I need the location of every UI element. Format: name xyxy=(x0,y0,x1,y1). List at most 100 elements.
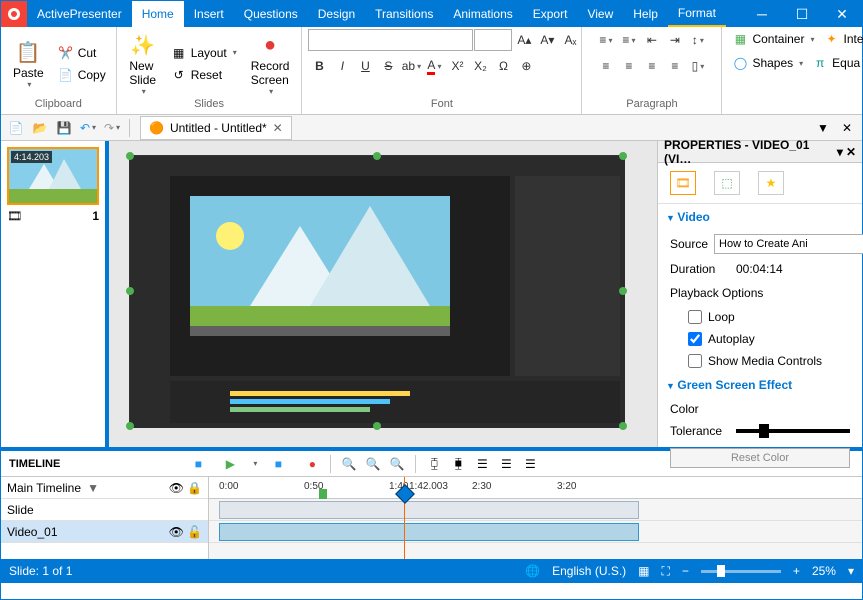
new-slide-button[interactable]: ✨New Slide xyxy=(123,29,163,98)
track-visibility-icon[interactable]: 👁 xyxy=(169,525,184,539)
tl-zoom-out-icon[interactable]: 🔍 xyxy=(363,454,383,474)
tl-record-stop-button[interactable]: ■ xyxy=(268,454,288,474)
decrease-font-icon[interactable]: A▾ xyxy=(536,29,558,51)
paste-button[interactable]: 📋Paste xyxy=(7,36,50,91)
view-mode-icon[interactable]: ▦ xyxy=(638,564,649,578)
tl-record-button[interactable]: ● xyxy=(302,454,322,474)
tab-insert[interactable]: Insert xyxy=(184,1,234,27)
lang-icon[interactable]: 🌐 xyxy=(525,564,540,578)
props-dropdown-icon[interactable]: ▾ xyxy=(837,145,843,159)
tl-tool5-icon[interactable]: ☰ xyxy=(520,454,540,474)
tl-split-icon[interactable]: ⧮ xyxy=(424,454,444,474)
bold-button[interactable]: B xyxy=(308,55,330,77)
align-center-button[interactable]: ≡ xyxy=(618,55,640,77)
close-tab-icon[interactable]: ✕ xyxy=(273,121,283,135)
increase-font-icon[interactable]: A▴ xyxy=(513,29,535,51)
timeline-canvas[interactable]: 0:000:501:401:42.0032:303:20 xyxy=(209,477,862,559)
font-color-button[interactable]: A xyxy=(423,55,445,77)
tolerance-slider[interactable] xyxy=(736,429,850,433)
align-right-button[interactable]: ≡ xyxy=(641,55,663,77)
window-minimize[interactable]: ─ xyxy=(742,1,782,27)
save-icon[interactable]: 💾 xyxy=(53,117,75,139)
tl-tool2-icon[interactable]: ⧯ xyxy=(448,454,468,474)
slide-thumbnail[interactable]: 4:14.203 xyxy=(7,147,99,205)
fit-icon[interactable]: ⛶ xyxy=(662,564,670,579)
zoom-in-icon[interactable]: + xyxy=(793,564,800,578)
tab-design[interactable]: Design xyxy=(308,1,365,27)
track-video[interactable]: Video_01 👁 🔓 xyxy=(1,521,208,543)
section-video[interactable]: Video xyxy=(658,204,862,230)
slide-clip[interactable] xyxy=(219,501,639,519)
interactions-button[interactable]: ✦Inter xyxy=(819,29,863,49)
lock-icon[interactable]: 🔒 xyxy=(187,481,202,495)
section-greenscreen[interactable]: Green Screen Effect xyxy=(658,372,862,398)
shapes-button[interactable]: ◯Shapes xyxy=(728,53,807,73)
playhead[interactable] xyxy=(404,477,405,559)
track-slide-lane[interactable] xyxy=(209,499,862,521)
panel-dropdown-icon[interactable]: ▼ xyxy=(812,117,834,139)
tl-zoom-fit-icon[interactable]: 🔍 xyxy=(387,454,407,474)
align-left-button[interactable]: ≡ xyxy=(595,55,617,77)
tab-format[interactable]: Format xyxy=(668,1,726,27)
zoom-slider[interactable] xyxy=(701,570,781,573)
video-clip[interactable] xyxy=(219,523,639,541)
zoom-value[interactable]: 25% xyxy=(812,564,836,578)
justify-button[interactable]: ≡ xyxy=(664,55,686,77)
track-video-lane[interactable] xyxy=(209,521,862,543)
numbering-button[interactable]: ≡ xyxy=(618,29,640,51)
zoom-out-icon[interactable]: − xyxy=(682,564,689,578)
autoplay-checkbox[interactable] xyxy=(688,332,702,346)
track-slide[interactable]: Slide xyxy=(1,499,208,521)
props-tab-size[interactable]: ⬚ xyxy=(714,171,740,195)
tl-stop-button[interactable]: ■ xyxy=(188,454,208,474)
tab-help[interactable]: Help xyxy=(623,1,668,27)
valign-button[interactable]: ▯ xyxy=(687,55,709,77)
loop-checkbox[interactable] xyxy=(688,310,702,324)
timeline-selector[interactable]: Main Timeline ▼ 👁 🔒 xyxy=(1,477,208,499)
font-size-select[interactable] xyxy=(474,29,512,51)
new-doc-icon[interactable]: 📄 xyxy=(5,117,27,139)
strikethrough-button[interactable]: S xyxy=(377,55,399,77)
subscript-button[interactable]: X₂ xyxy=(469,55,491,77)
document-tab[interactable]: 🟠 Untitled - Untitled* ✕ xyxy=(140,116,292,140)
equation-button[interactable]: πEqua xyxy=(808,53,863,73)
outdent-button[interactable]: ⇤ xyxy=(641,29,663,51)
bullets-button[interactable]: ≡ xyxy=(595,29,617,51)
font-family-select[interactable] xyxy=(308,29,473,51)
tab-home[interactable]: Home xyxy=(132,1,184,27)
tab-questions[interactable]: Questions xyxy=(234,1,308,27)
cut-button[interactable]: ✂️Cut xyxy=(54,43,110,63)
open-icon[interactable]: 📂 xyxy=(29,117,51,139)
tab-view[interactable]: View xyxy=(577,1,623,27)
tl-tool4-icon[interactable]: ☰ xyxy=(496,454,516,474)
superscript-button[interactable]: X² xyxy=(446,55,468,77)
underline-button[interactable]: U xyxy=(354,55,376,77)
tl-tool3-icon[interactable]: ☰ xyxy=(472,454,492,474)
source-input[interactable] xyxy=(714,234,863,254)
indent-button[interactable]: ⇥ xyxy=(664,29,686,51)
props-tab-media[interactable]: 🎞 xyxy=(670,171,696,195)
line-spacing-button[interactable]: ↕ xyxy=(687,29,709,51)
highlight-button[interactable]: ab xyxy=(400,55,422,77)
tab-animations[interactable]: Animations xyxy=(443,1,522,27)
video-object[interactable] xyxy=(129,155,624,427)
tl-play-button[interactable]: ▶ xyxy=(220,454,240,474)
reset-button[interactable]: ↺Reset xyxy=(167,65,241,85)
record-screen-button[interactable]: ●Record Screen xyxy=(245,29,296,98)
zoom-dropdown-icon[interactable]: ▾ xyxy=(848,564,854,578)
copy-button[interactable]: 📄Copy xyxy=(54,65,110,85)
visibility-icon[interactable]: 👁 xyxy=(169,481,184,495)
window-maximize[interactable]: ☐ xyxy=(782,1,822,27)
show-controls-checkbox[interactable] xyxy=(688,354,702,368)
redo-button[interactable]: ↷ xyxy=(101,117,123,139)
props-close-icon[interactable]: ✕ xyxy=(846,145,856,159)
layout-button[interactable]: ▦Layout xyxy=(167,43,241,63)
insert-char-button[interactable]: ⊕ xyxy=(515,55,537,77)
panel-close-icon[interactable]: ✕ xyxy=(836,117,858,139)
tl-play-dropdown[interactable] xyxy=(244,454,264,474)
tl-zoom-in-icon[interactable]: 🔍 xyxy=(339,454,359,474)
tab-export[interactable]: Export xyxy=(523,1,578,27)
italic-button[interactable]: I xyxy=(331,55,353,77)
status-language[interactable]: English (U.S.) xyxy=(552,564,626,578)
canvas-area[interactable] xyxy=(109,141,657,447)
